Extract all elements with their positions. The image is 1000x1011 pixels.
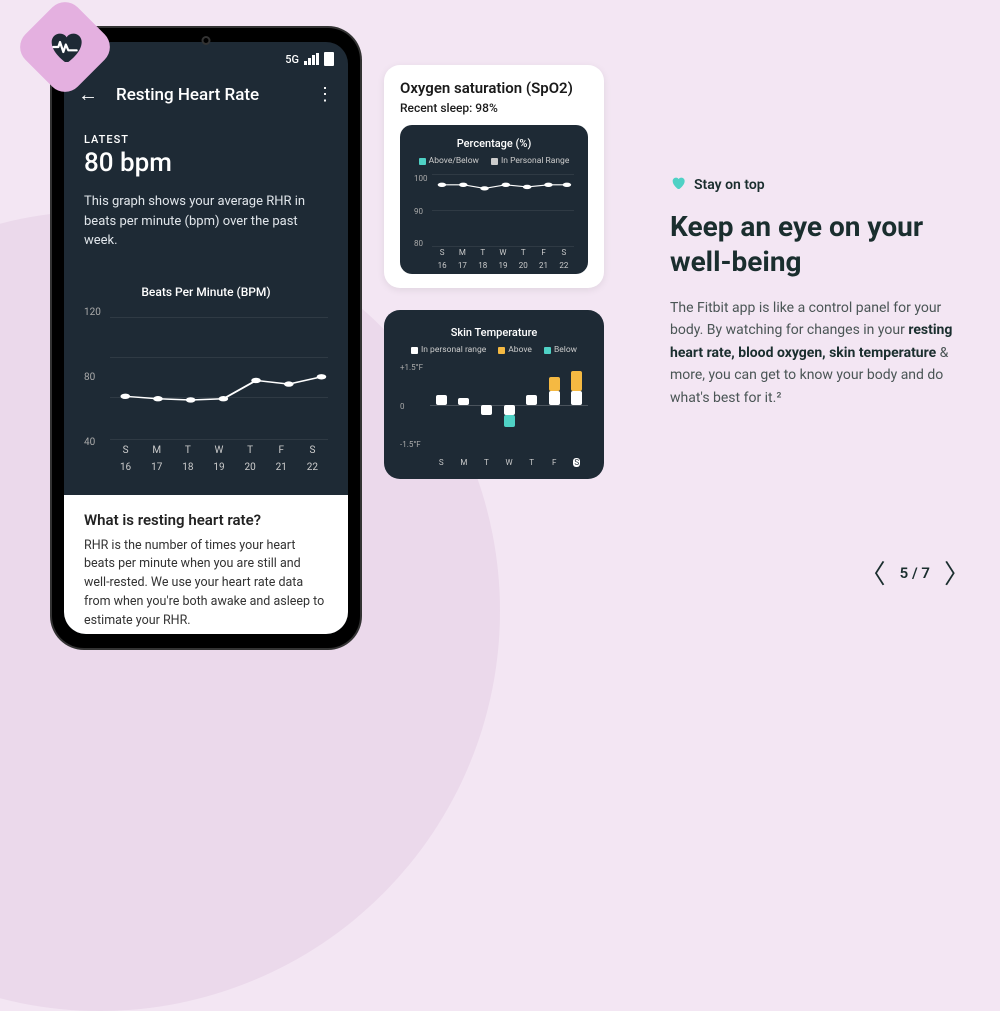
pagination: 〈 5 / 7 〉 — [860, 554, 970, 591]
info-title: What is resting heart rate? — [84, 511, 328, 529]
spo2-title: Oxygen saturation (SpO2) — [400, 79, 588, 97]
eyebrow-text: Stay on top — [694, 177, 765, 193]
bpm-chart-title: Beats Per Minute (BPM) — [84, 285, 328, 299]
temp-plot: +1.5°F 0 -1.5°F S M T W T F — [400, 363, 588, 463]
prev-arrow-icon[interactable]: 〈 — [860, 554, 886, 591]
spo2-card: Oxygen saturation (SpO2) Recent sleep: 9… — [384, 65, 604, 288]
phone-frame: 5G ← Resting Heart Rate ⋮ LATEST 80 bpm … — [52, 28, 360, 648]
app-title: Resting Heart Rate — [116, 85, 316, 105]
spo2-chart-title: Percentage (%) — [414, 137, 574, 150]
side-cards: Oxygen saturation (SpO2) Recent sleep: 9… — [384, 65, 604, 479]
page-indicator: 5 / 7 — [900, 564, 930, 582]
phone-screen: 5G ← Resting Heart Rate ⋮ LATEST 80 bpm … — [64, 42, 348, 634]
spo2-plot: 100 90 80 S16 M17 T18 W19 T20 — [414, 174, 574, 264]
headline: Keep an eye on your well-being — [670, 209, 970, 279]
bpm-y-axis: 120 80 40 — [84, 313, 101, 443]
skin-temp-card: Skin Temperature In personal range Above… — [384, 310, 604, 479]
phone-camera — [202, 36, 211, 45]
info-text: RHR is the number of times your heart be… — [84, 537, 328, 631]
spo2-legend: Above/Below In Personal Range — [414, 156, 574, 166]
back-arrow-icon[interactable]: ← — [78, 82, 98, 107]
temp-x-axis: S M T W T F S — [430, 458, 588, 467]
next-arrow-icon[interactable]: 〉 — [944, 554, 970, 591]
latest-value: 80 bpm — [84, 148, 328, 178]
temp-legend: In personal range Above Below — [400, 345, 588, 355]
spo2-line-svg — [432, 174, 574, 246]
temp-title: Skin Temperature — [400, 326, 588, 339]
app-header: ← Resting Heart Rate ⋮ — [64, 72, 348, 117]
spo2-chart: Percentage (%) Above/Below In Personal R… — [400, 125, 588, 274]
latest-label: LATEST — [84, 133, 328, 146]
bpm-points — [110, 317, 328, 439]
info-card: What is resting heart rate? RHR is the n… — [64, 495, 348, 635]
menu-dots-icon[interactable]: ⋮ — [316, 84, 334, 105]
temp-bars — [430, 363, 588, 447]
bpm-plot-area — [110, 317, 328, 439]
body-text: The Fitbit app is like a control panel f… — [670, 297, 970, 409]
latest-section: LATEST 80 bpm This graph shows your aver… — [64, 117, 348, 267]
latest-description: This graph shows your average RHR in bea… — [84, 192, 328, 251]
temp-y-axis: +1.5°F 0 -1.5°F — [400, 363, 423, 449]
bpm-x-axis: S16 M17 T18 W19 T20 F21 S22 — [110, 445, 328, 473]
eyebrow: Stay on top — [670, 175, 970, 195]
network-label: 5G — [285, 53, 299, 66]
bpm-chart: 120 80 40 S16 M17 T18 W19 T20 F21 — [84, 313, 328, 463]
battery-icon — [324, 52, 334, 66]
spo2-subtitle: Recent sleep: 98% — [400, 101, 588, 115]
signal-icon — [304, 53, 319, 65]
marketing-panel: Stay on top Keep an eye on your well-bei… — [670, 175, 970, 409]
spo2-x-axis: S16 M17 T18 W19 T20 F21 S22 — [432, 248, 574, 270]
spo2-y-axis: 100 90 80 — [414, 174, 428, 248]
heart-icon — [670, 175, 686, 195]
bpm-chart-section: Beats Per Minute (BPM) 120 80 40 S16 M17… — [64, 267, 348, 481]
